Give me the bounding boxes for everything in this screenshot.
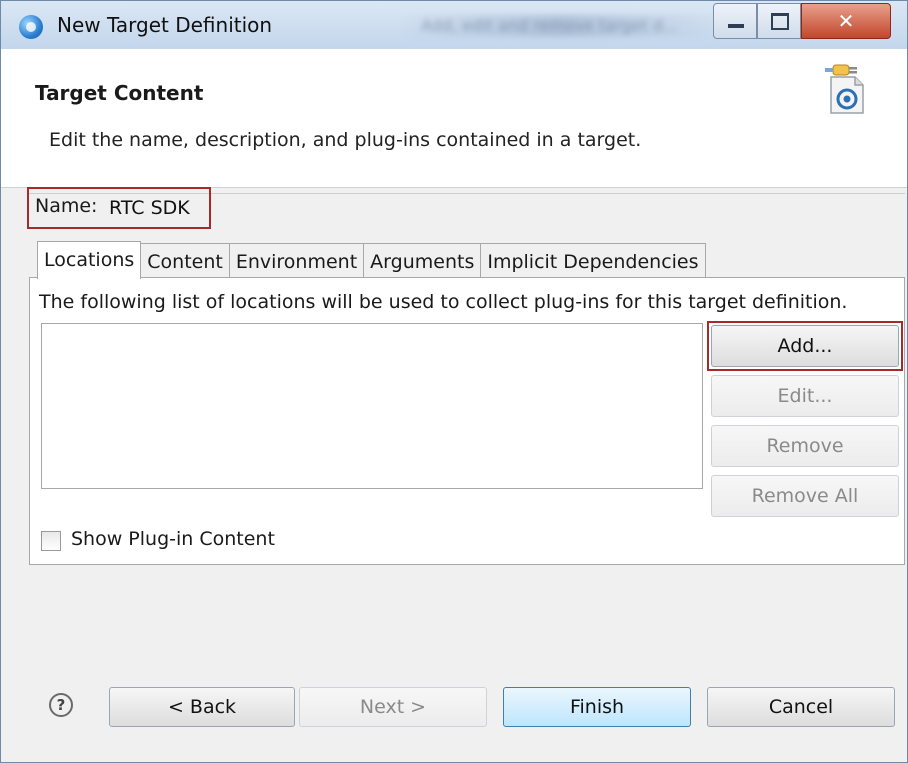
maximize-button[interactable] <box>757 3 801 39</box>
background-window-title: Add, edit and remove target d... <box>401 15 721 37</box>
minimize-button[interactable] <box>713 3 757 39</box>
app-icon <box>19 15 43 39</box>
page-description: Edit the name, description, and plug-ins… <box>49 129 642 151</box>
window-title: New Target Definition <box>57 13 273 37</box>
tab-implicit-dependencies[interactable]: Implicit Dependencies <box>480 243 706 279</box>
help-icon[interactable]: ? <box>49 693 73 717</box>
finish-button[interactable]: Finish <box>503 687 691 727</box>
next-button[interactable]: Next > <box>299 687 487 727</box>
close-icon: ✕ <box>837 9 855 33</box>
tab-content[interactable]: Content <box>140 243 230 279</box>
name-field-frame: Name: <box>27 187 211 229</box>
wizard-header: Target Content Edit the name, descriptio… <box>1 49 907 188</box>
show-plugin-content-label: Show Plug-in Content <box>71 528 275 550</box>
cancel-button[interactable]: Cancel <box>707 687 895 727</box>
remove-all-button[interactable]: Remove All <box>711 475 899 517</box>
title-bar[interactable]: Add, edit and remove target d... New Tar… <box>1 1 907 49</box>
close-button[interactable]: ✕ <box>801 3 891 39</box>
tab-bar: Locations Content Environment Arguments … <box>37 241 706 279</box>
locations-list[interactable] <box>41 323 703 489</box>
edit-button[interactable]: Edit... <box>711 375 899 417</box>
tab-arguments[interactable]: Arguments <box>363 243 482 279</box>
add-button[interactable]: Add... <box>711 325 899 367</box>
back-button[interactable]: < Back <box>109 687 295 727</box>
name-input[interactable] <box>109 193 205 223</box>
name-label: Name: <box>35 195 98 217</box>
tab-locations[interactable]: Locations <box>37 241 142 279</box>
show-plugin-content-checkbox[interactable] <box>41 531 61 551</box>
page-title: Target Content <box>35 81 204 105</box>
locations-description: The following list of locations will be … <box>39 291 848 313</box>
target-plugin-icon <box>825 64 864 114</box>
tab-environment[interactable]: Environment <box>228 243 365 279</box>
remove-button[interactable]: Remove <box>711 425 899 467</box>
new-target-definition-dialog: Add, edit and remove target d... New Tar… <box>0 0 908 763</box>
